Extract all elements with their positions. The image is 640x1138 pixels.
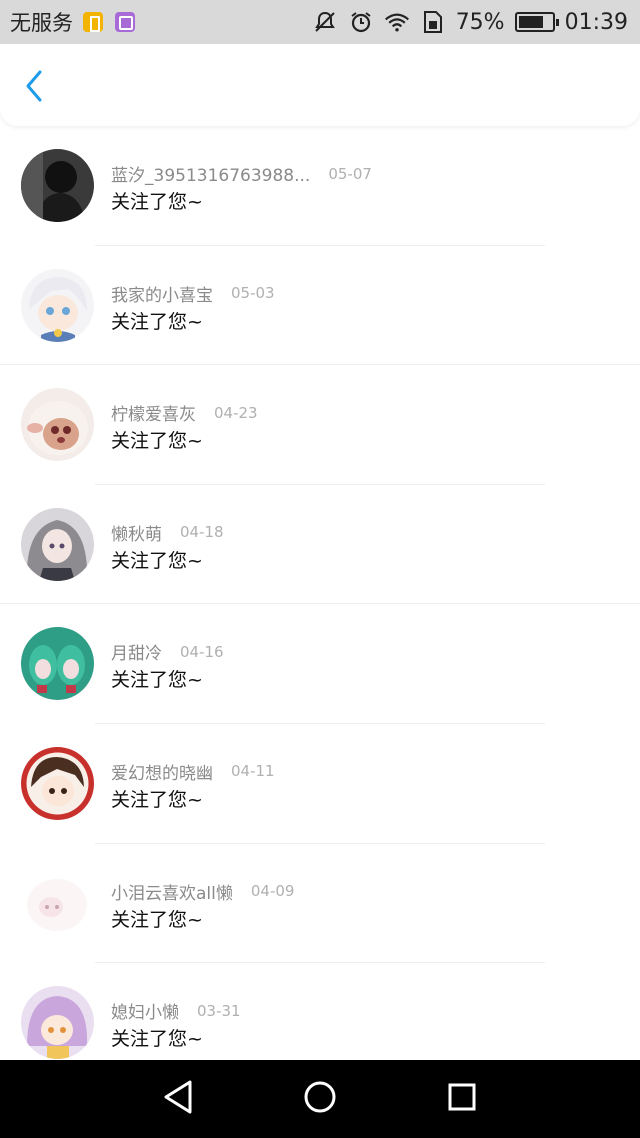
follow-action-text: 关注了您~ [111, 549, 203, 572]
recents-square-icon [446, 1081, 478, 1117]
avatar[interactable] [21, 746, 94, 820]
follow-action-text: 关注了您~ [111, 1028, 203, 1051]
nav-recents-button[interactable] [442, 1079, 482, 1119]
follower-row[interactable]: 柠檬爱喜灰 04-23 关注了您~ [0, 365, 640, 485]
nav-back-button[interactable] [158, 1079, 198, 1119]
follower-nickname[interactable]: 我家的小喜宝 [111, 281, 213, 306]
avatar[interactable] [21, 149, 94, 222]
nav-home-button[interactable] [300, 1079, 340, 1119]
follower-nickname[interactable]: 月甜冷 [111, 639, 162, 664]
clock: 01:39 [564, 9, 628, 35]
follow-date: 04-16 [180, 642, 224, 661]
top-header [0, 44, 640, 126]
follow-date: 04-18 [180, 523, 224, 542]
follow-date: 03-31 [197, 1001, 241, 1020]
notification-app-icon [83, 12, 103, 32]
follower-nickname[interactable]: 小泪云喜欢all懒 [111, 879, 233, 904]
follower-row[interactable]: 我家的小喜宝 05-03 关注了您~ [0, 246, 640, 366]
wifi-icon [384, 9, 410, 35]
follow-action-text: 关注了您~ [111, 908, 203, 931]
chevron-left-icon [24, 69, 44, 107]
alarm-icon [348, 9, 374, 35]
avatar[interactable] [21, 627, 94, 701]
follow-action-text: 关注了您~ [111, 430, 203, 453]
carrier-label: 无服务 [10, 11, 73, 35]
mute-icon [312, 9, 338, 35]
battery-percent: 75% [455, 9, 505, 35]
battery-icon [514, 12, 559, 32]
follower-nickname[interactable]: 爱幻想的晓幽 [111, 759, 213, 784]
avatar[interactable] [21, 507, 94, 581]
follower-row[interactable]: 爱幻想的晓幽 04-11 关注了您~ [0, 724, 640, 844]
sim-icon [420, 9, 446, 35]
follow-action-text: 关注了您~ [111, 669, 203, 692]
follow-date: 04-11 [231, 762, 275, 781]
avatar[interactable] [21, 866, 94, 940]
follower-row[interactable]: 小泪云喜欢all懒 04-09 关注了您~ [0, 844, 640, 964]
follower-row[interactable]: 懒秋萌 04-18 关注了您~ [0, 485, 640, 605]
follower-row[interactable]: 蓝汐_3951316763988... 05-07 关注了您~ [0, 126, 640, 246]
follow-action-text: 关注了您~ [111, 788, 203, 811]
back-triangle-icon [161, 1079, 195, 1119]
follower-nickname[interactable]: 懒秋萌 [111, 520, 162, 545]
avatar[interactable] [21, 268, 94, 342]
notification-gallery-icon [115, 12, 135, 32]
follower-list: 蓝汐_3951316763988... 05-07 关注了您~ 我家的小喜宝 0… [0, 126, 640, 1083]
follow-date: 04-09 [250, 882, 295, 901]
avatar[interactable] [21, 986, 94, 1060]
home-circle-icon [302, 1079, 338, 1119]
follower-nickname[interactable]: 蓝汐_3951316763988... [111, 161, 310, 186]
follower-nickname[interactable]: 媳妇小懒 [111, 998, 179, 1023]
follow-action-text: 关注了您~ [111, 310, 203, 333]
avatar[interactable] [21, 388, 94, 462]
follower-nickname[interactable]: 柠檬爱喜灰 [111, 400, 196, 425]
system-nav-bar [0, 1060, 640, 1138]
back-button[interactable] [18, 70, 50, 106]
follow-date: 05-07 [328, 164, 372, 183]
status-bar: 无服务 75% 01:39 [0, 0, 640, 44]
follow-date: 04-23 [214, 403, 258, 422]
follow-action-text: 关注了您~ [111, 191, 203, 213]
follower-row[interactable]: 月甜冷 04-16 关注了您~ [0, 604, 640, 724]
follow-date: 05-03 [231, 284, 275, 303]
